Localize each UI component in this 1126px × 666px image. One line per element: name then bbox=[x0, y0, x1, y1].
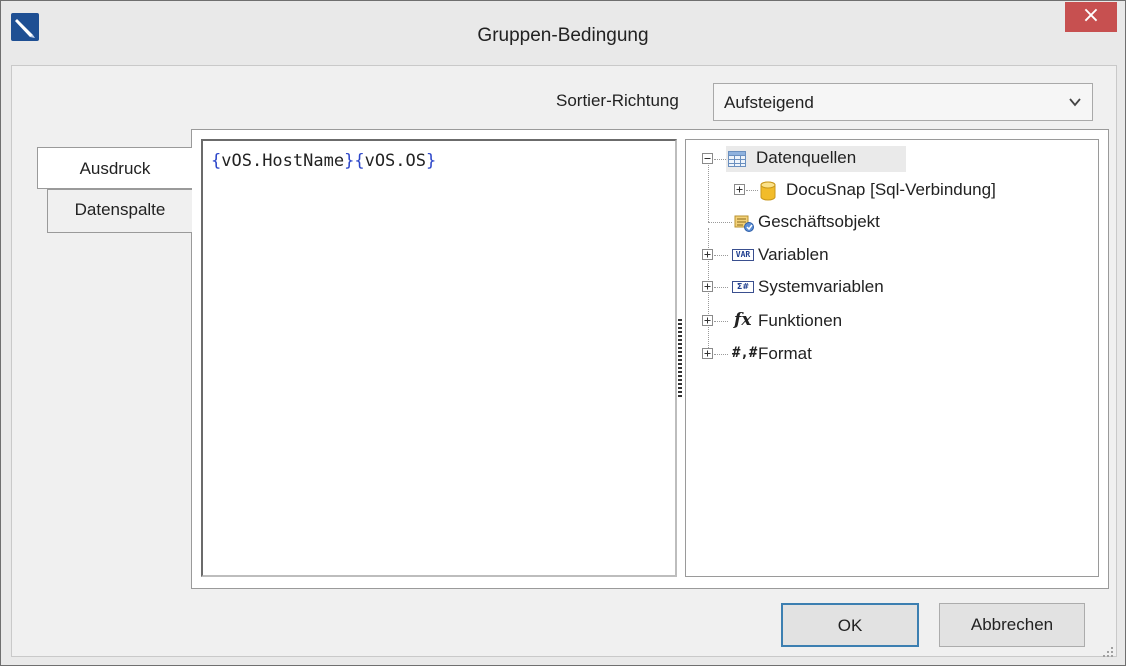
tree-item-label: Geschäftsobjekt bbox=[758, 212, 880, 231]
collapse-icon[interactable] bbox=[702, 153, 713, 164]
var-icon: VAR bbox=[732, 249, 754, 261]
resize-grip-icon[interactable] bbox=[1101, 645, 1115, 659]
tree-connector bbox=[746, 190, 758, 192]
tree-item-systemvariablen[interactable]: Σ# Systemvariablen bbox=[732, 275, 972, 301]
function-fx-icon: fx bbox=[734, 310, 752, 330]
tree-item-format[interactable]: #,# Format bbox=[732, 342, 932, 368]
splitter-handle[interactable] bbox=[678, 319, 682, 399]
tab-datenspalte-label: Datenspalte bbox=[74, 200, 166, 219]
tree-item-variablen[interactable]: VAR Variablen bbox=[732, 243, 952, 269]
datasource-table-icon bbox=[728, 151, 746, 172]
expand-icon[interactable] bbox=[702, 281, 713, 292]
expand-icon[interactable] bbox=[702, 249, 713, 260]
expand-icon[interactable] bbox=[734, 184, 745, 195]
tree-item-label: Datenquellen bbox=[756, 148, 857, 167]
window-title: Gruppen-Bedingung bbox=[477, 25, 649, 46]
tree-item-label: DocuSnap [Sql-Verbindung] bbox=[786, 180, 996, 199]
cancel-button-label: Abbrechen bbox=[970, 615, 1054, 634]
tree-connector bbox=[708, 222, 732, 224]
tree-item-label: Systemvariablen bbox=[758, 277, 884, 296]
expression-text[interactable]: {vOS.HostName}{vOS.OS} bbox=[211, 151, 436, 171]
title-bar[interactable]: Gruppen-Bedingung × bbox=[1, 1, 1125, 65]
tree-item-geschaeftsobjekt[interactable]: Geschäftsobjekt bbox=[732, 210, 962, 236]
tree-item-label: Variablen bbox=[758, 245, 829, 264]
tree-connector bbox=[708, 165, 710, 222]
expression-brace-open: { bbox=[354, 151, 365, 171]
tree-connector bbox=[714, 354, 728, 356]
ok-button-label: OK bbox=[837, 616, 863, 635]
sort-direction-label: Sortier-Richtung bbox=[556, 91, 679, 110]
expression-brace-open: { bbox=[211, 151, 222, 171]
expand-icon[interactable] bbox=[702, 348, 713, 359]
cancel-button[interactable]: Abbrechen bbox=[939, 603, 1085, 647]
expression-field-os: vOS.OS bbox=[364, 151, 426, 171]
tree-item-datenquellen[interactable]: Datenquellen bbox=[726, 146, 906, 172]
close-button[interactable]: × bbox=[1065, 2, 1117, 32]
expand-icon[interactable] bbox=[702, 315, 713, 326]
ok-button[interactable]: OK bbox=[781, 603, 919, 647]
tree-connector bbox=[708, 228, 710, 358]
format-icon: #,# bbox=[732, 345, 758, 361]
expression-editor[interactable]: {vOS.HostName}{vOS.OS} bbox=[201, 139, 677, 577]
tree-connector bbox=[714, 159, 726, 161]
dialog-window: Gruppen-Bedingung × Sortier-Richtung Auf… bbox=[0, 0, 1126, 666]
tree-item-label: Funktionen bbox=[758, 311, 843, 330]
business-object-icon bbox=[734, 213, 754, 238]
tab-ausdruck[interactable]: Ausdruck bbox=[37, 147, 192, 189]
sort-direction-select[interactable]: Aufsteigend bbox=[713, 83, 1093, 121]
tree-item-label: Format bbox=[758, 344, 812, 363]
tree-connector bbox=[714, 255, 728, 257]
expression-brace-close: } bbox=[344, 151, 355, 171]
expression-field-hostname: vOS.HostName bbox=[221, 151, 345, 171]
chevron-down-icon bbox=[1068, 95, 1082, 109]
tree-connector bbox=[714, 287, 728, 289]
tree-connector bbox=[714, 321, 728, 323]
database-cylinder-icon bbox=[760, 181, 776, 206]
tree-item-funktionen[interactable]: fx Funktionen bbox=[732, 309, 952, 335]
system-variable-icon: Σ# bbox=[732, 281, 754, 293]
tab-ausdruck-label: Ausdruck bbox=[79, 159, 151, 178]
tab-datenspalte[interactable]: Datenspalte bbox=[47, 189, 192, 233]
sort-direction-value: Aufsteigend bbox=[724, 93, 814, 112]
tree-item-docusnap[interactable]: DocuSnap [Sql-Verbindung] bbox=[758, 178, 1088, 204]
data-tree[interactable]: Datenquellen DocuSnap [Sql-Verbindung] G… bbox=[685, 139, 1099, 577]
expression-brace-close: } bbox=[426, 151, 437, 171]
